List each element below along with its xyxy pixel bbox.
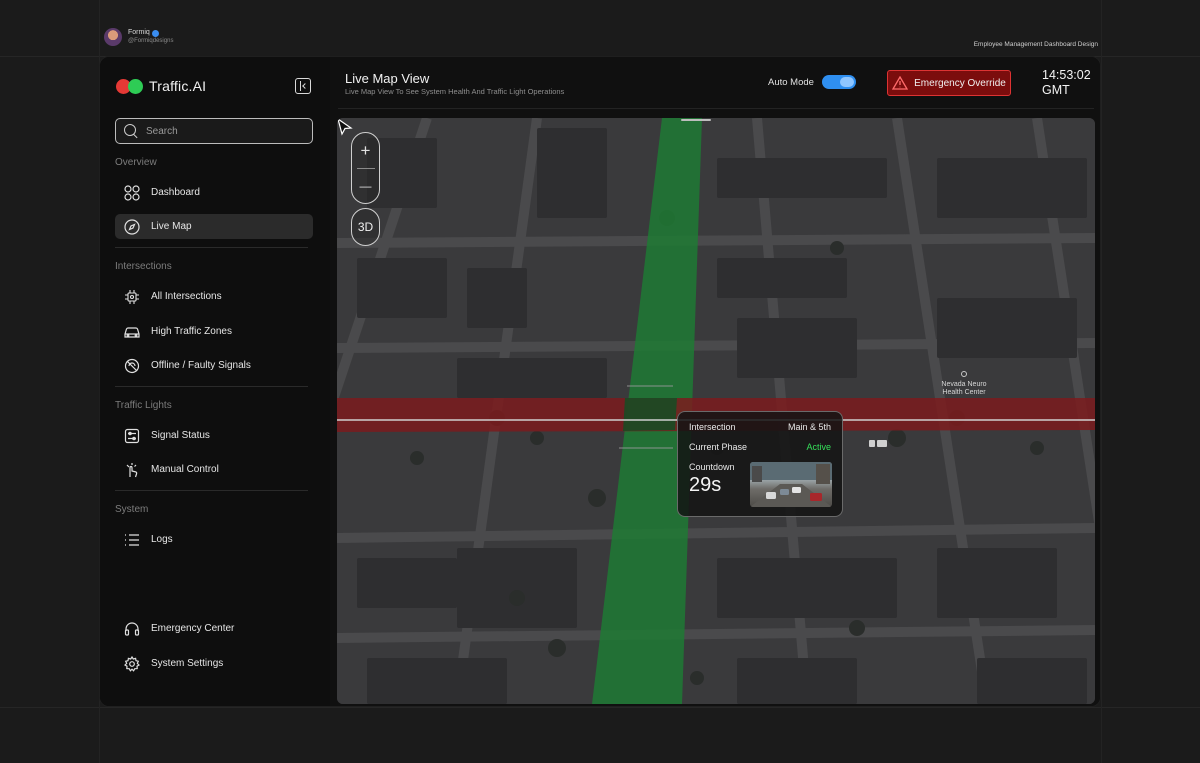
- car-icon: [123, 323, 141, 341]
- clock-time: 14:53:02: [1042, 68, 1091, 82]
- intersection-label: Intersection: [689, 422, 736, 432]
- sidebar-item-offline-faulty-signals[interactable]: Offline / Faulty Signals: [115, 353, 313, 378]
- sidebar-item-manual-control[interactable]: Manual Control: [115, 457, 313, 482]
- sidebar-collapse-icon[interactable]: [295, 78, 311, 94]
- signal-off-icon: [123, 357, 141, 375]
- sidebar-item-label: Emergency Center: [151, 623, 235, 634]
- clock-timezone: GMT: [1042, 83, 1070, 97]
- sidebar-item-signal-status[interactable]: Signal Status: [115, 423, 313, 448]
- section-system: System: [115, 504, 149, 515]
- headset-icon: [123, 620, 141, 638]
- compass-icon: [123, 218, 141, 236]
- view-3d-button[interactable]: 3D: [351, 208, 380, 246]
- sidebar-item-label: Manual Control: [151, 464, 219, 475]
- search-input[interactable]: [146, 125, 296, 137]
- cursor-pointer-icon: [337, 118, 353, 136]
- sidebar-item-live-map[interactable]: Live Map: [115, 214, 313, 239]
- warning-icon: [892, 76, 909, 90]
- brand-logo[interactable]: Traffic.AI: [116, 78, 206, 94]
- phase-value: Active: [806, 442, 831, 452]
- search-icon: [124, 124, 138, 138]
- zoom-controls: + —: [351, 132, 380, 204]
- search-box[interactable]: [115, 118, 313, 144]
- sidebar-item-label: System Settings: [151, 658, 224, 669]
- sidebar-item-all-intersections[interactable]: All Intersections: [115, 284, 313, 309]
- sidebar-item-emergency-center[interactable]: Emergency Center: [115, 616, 313, 641]
- zoom-out-button[interactable]: —: [352, 168, 379, 203]
- sidebar-item-label: Dashboard: [151, 187, 200, 198]
- poi-label: Nevada Neuro Health Center: [941, 381, 987, 396]
- map-drag-handle[interactable]: [681, 119, 711, 121]
- sidebar: Traffic.AI Overview Dashboard Live Map I…: [100, 57, 330, 706]
- brand-name: Traffic.AI: [149, 78, 207, 94]
- verified-icon: [151, 29, 159, 37]
- app-window: Traffic.AI Overview Dashboard Live Map I…: [99, 56, 1101, 707]
- section-traffic-lights: Traffic Lights: [115, 400, 172, 411]
- live-map[interactable]: + — 3D Nevada Neuro Health Center Inters…: [337, 118, 1095, 704]
- phase-label: Current Phase: [689, 442, 748, 452]
- sidebar-item-logs[interactable]: Logs: [115, 527, 313, 552]
- poi-marker[interactable]: Nevada Neuro Health Center: [934, 371, 994, 397]
- main-panel: Live Map View Live Map View To See Syste…: [330, 57, 1100, 706]
- section-intersections: Intersections: [115, 261, 172, 272]
- design-label: Employee Management Dashboard Design: [973, 41, 1098, 48]
- emergency-override-button[interactable]: Emergency Override: [887, 70, 1011, 96]
- sidebar-divider: [115, 386, 308, 387]
- emergency-override-label: Emergency Override: [914, 77, 1006, 89]
- author-handle: @Formiqdesigns: [128, 38, 174, 44]
- author-attribution: Formiq @Formiqdesigns: [104, 28, 173, 46]
- sidebar-item-label: Signal Status: [151, 430, 210, 441]
- sidebar-item-high-traffic-zones[interactable]: High Traffic Zones: [115, 319, 313, 344]
- dashboard-icon: [123, 184, 141, 202]
- camera-feed-thumbnail[interactable]: [750, 462, 832, 507]
- sidebar-item-system-settings[interactable]: System Settings: [115, 651, 313, 676]
- chip-icon: [123, 288, 141, 306]
- header-divider: [338, 108, 1094, 109]
- auto-mode-toggle[interactable]: [821, 75, 856, 89]
- sidebar-item-label: Live Map: [151, 221, 192, 232]
- page-subtitle: Live Map View To See System Health And T…: [345, 87, 565, 96]
- hand-pointer-icon: [123, 461, 141, 479]
- sidebar-item-dashboard[interactable]: Dashboard: [115, 180, 313, 205]
- sidebar-item-label: Offline / Faulty Signals: [151, 360, 251, 371]
- clock: 14:53:02 GMT: [1042, 68, 1091, 98]
- list-icon: [123, 531, 141, 549]
- auto-mode-control: Auto Mode: [768, 75, 856, 89]
- camera-marker-icon[interactable]: [869, 440, 887, 447]
- intersection-value: Main & 5th: [787, 422, 831, 432]
- auto-mode-label: Auto Mode: [768, 76, 814, 88]
- section-overview: Overview: [115, 157, 157, 168]
- author-name: Formiq: [128, 29, 150, 36]
- intersection-tooltip[interactable]: Intersection Main & 5th Current Phase Ac…: [677, 411, 843, 517]
- zoom-in-button[interactable]: +: [352, 133, 379, 168]
- sidebar-item-label: All Intersections: [151, 291, 222, 302]
- sidebar-divider: [115, 490, 308, 491]
- sidebar-item-label: Logs: [151, 534, 173, 545]
- map-pin-icon: [961, 371, 967, 377]
- page-title: Live Map View: [345, 71, 430, 86]
- status-toggle-icon: [123, 427, 141, 445]
- sidebar-item-label: High Traffic Zones: [151, 326, 232, 337]
- gear-icon: [123, 655, 141, 673]
- author-avatar: [104, 28, 122, 46]
- sidebar-divider: [115, 247, 308, 248]
- traffic-logo-icon: [116, 78, 144, 94]
